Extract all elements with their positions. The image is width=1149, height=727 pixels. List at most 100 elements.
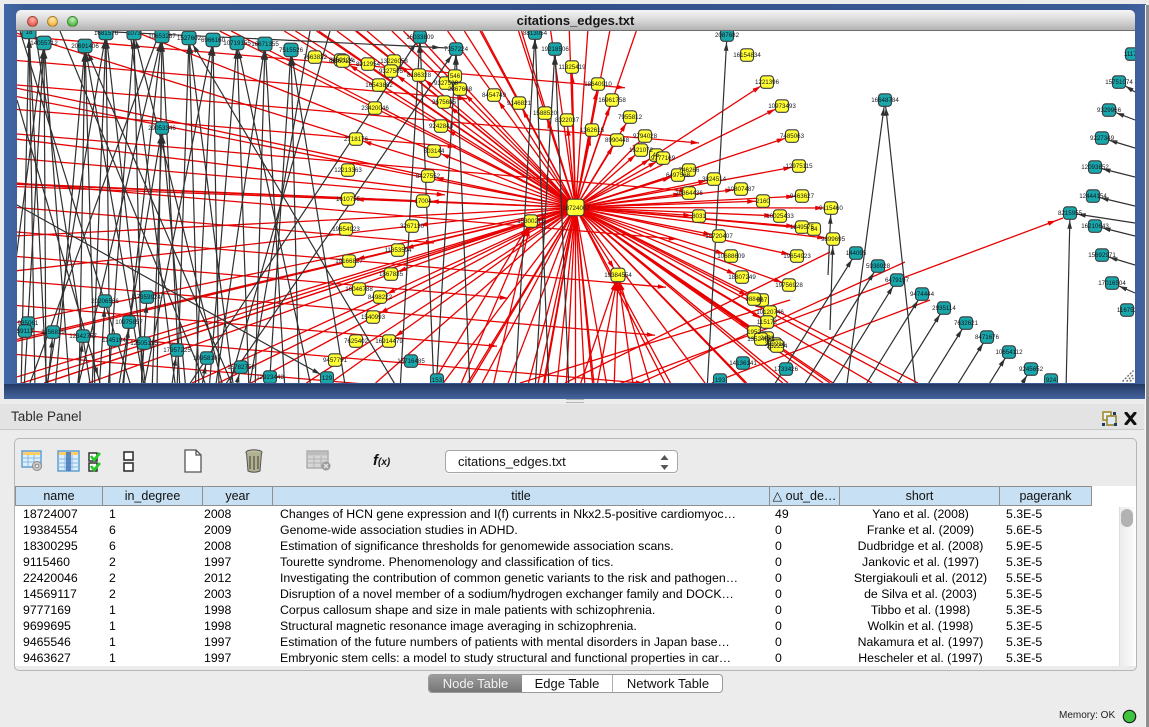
- svg-text:7632621: 7632621: [954, 320, 979, 327]
- svg-text:13524851: 13524851: [747, 336, 775, 343]
- svg-text:746266: 746266: [679, 167, 700, 174]
- svg-text:14055712: 14055712: [30, 40, 58, 47]
- svg-text:8186328: 8186328: [407, 72, 432, 79]
- svg-text:2160: 2160: [756, 198, 770, 205]
- svg-text:18640910: 18640910: [584, 81, 612, 88]
- svg-text:19654923: 19654923: [783, 253, 811, 260]
- svg-text:10973493: 10973493: [768, 103, 796, 110]
- svg-text:16033809: 16033809: [406, 34, 434, 41]
- svg-text:9327505: 9327505: [379, 68, 404, 75]
- svg-text:10958107: 10958107: [193, 355, 221, 362]
- svg-text:10807487: 10807487: [727, 186, 755, 193]
- svg-text:12093852: 12093852: [1081, 164, 1109, 171]
- svg-text:1681576: 1681576: [94, 31, 119, 37]
- svg-text:12975115: 12975115: [785, 163, 813, 170]
- svg-text:7357224: 7357224: [444, 46, 469, 53]
- svg-text:1073: 1073: [127, 31, 141, 37]
- svg-text:924: 924: [1046, 377, 1057, 383]
- svg-text:18: 18: [26, 31, 33, 36]
- svg-text:16046788: 16046788: [345, 286, 373, 293]
- svg-text:8990448: 8990448: [605, 137, 630, 144]
- svg-text:2087682: 2087682: [715, 32, 740, 39]
- svg-text:546: 546: [450, 73, 461, 80]
- svg-text:9245652: 9245652: [1019, 366, 1044, 373]
- svg-text:10975857: 10975857: [115, 319, 143, 326]
- svg-text:13226058: 13226058: [380, 58, 408, 65]
- svg-text:8860124: 8860124: [331, 58, 356, 65]
- svg-text:9794028: 9794028: [633, 133, 658, 140]
- svg-text:11172: 11172: [1124, 51, 1135, 58]
- svg-text:1145194: 1145194: [102, 337, 126, 344]
- svg-text:8215955: 8215955: [1058, 210, 1083, 217]
- svg-text:9115460: 9115460: [819, 205, 843, 212]
- svg-text:11353594: 11353594: [384, 247, 412, 254]
- svg-text:14136141: 14136141: [729, 360, 757, 367]
- svg-text:129: 129: [322, 375, 333, 382]
- svg-text:8813054: 8813054: [523, 31, 548, 37]
- svg-text:17957225: 17957225: [163, 347, 191, 354]
- svg-text:9474444: 9474444: [910, 291, 935, 298]
- svg-text:39113: 39113: [17, 328, 34, 335]
- svg-text:18807249: 18807249: [728, 274, 756, 281]
- svg-text:1610755: 1610755: [336, 196, 361, 203]
- svg-text:2935114: 2935114: [932, 305, 956, 312]
- svg-text:8471676: 8471676: [975, 334, 1000, 341]
- svg-text:9777169: 9777169: [651, 155, 676, 162]
- svg-text:12342757: 12342757: [69, 333, 97, 340]
- svg-text:16914479: 16914479: [375, 338, 403, 345]
- svg-text:16210643: 16210643: [1081, 223, 1109, 230]
- svg-text:15692971: 15692971: [1088, 252, 1116, 259]
- svg-text:19756928: 19756928: [775, 282, 803, 289]
- svg-text:17004: 17004: [414, 198, 432, 205]
- svg-text:9242848: 9242848: [429, 123, 454, 130]
- svg-text:153: 153: [432, 377, 443, 383]
- svg-text:10025433: 10025433: [766, 213, 794, 220]
- svg-text:1733426: 1733426: [774, 366, 799, 373]
- svg-text:3824514: 3824514: [702, 176, 727, 183]
- svg-text:1527602: 1527602: [177, 35, 202, 42]
- svg-text:19384554: 19384554: [604, 272, 632, 279]
- svg-text:23420046: 23420046: [361, 105, 389, 112]
- svg-text:2867608: 2867608: [448, 86, 473, 93]
- svg-text:10654112: 10654112: [995, 349, 1023, 356]
- svg-text:19166827: 19166827: [335, 258, 363, 265]
- svg-text:16648784: 16648784: [871, 97, 899, 104]
- svg-text:1221396: 1221396: [755, 79, 780, 86]
- svg-text:9146821: 9146821: [507, 100, 532, 107]
- svg-text:1621072: 1621072: [629, 147, 654, 154]
- svg-text:20206566: 20206566: [91, 298, 119, 305]
- svg-text:1952: 1952: [747, 329, 761, 336]
- svg-text:115172: 115172: [757, 319, 778, 326]
- svg-text:10120746: 10120746: [756, 309, 784, 316]
- svg-text:7955812: 7955812: [618, 114, 643, 121]
- svg-text:252254: 252254: [767, 343, 788, 350]
- svg-text:116753: 116753: [1117, 307, 1135, 314]
- svg-text:16543862: 16543862: [365, 82, 393, 89]
- svg-text:9457791: 9457791: [323, 357, 348, 364]
- svg-text:16782759: 16782759: [227, 364, 255, 371]
- svg-text:64: 64: [811, 226, 818, 233]
- svg-text:6966160: 6966160: [201, 37, 226, 44]
- svg-text:15300215: 15300215: [517, 218, 545, 225]
- svg-text:15716485: 15716485: [397, 358, 425, 365]
- svg-text:193: 193: [715, 377, 726, 383]
- svg-text:11325419: 11325419: [558, 64, 586, 71]
- svg-text:9227349: 9227349: [1090, 135, 1115, 142]
- svg-text:7663822: 7663822: [303, 54, 328, 61]
- svg-text:20691406: 20691406: [71, 43, 99, 50]
- svg-text:19218506: 19218506: [541, 46, 569, 53]
- svg-text:17359924: 17359924: [133, 294, 161, 301]
- svg-text:9329966: 9329966: [1097, 107, 1122, 114]
- svg-text:9899695: 9899695: [821, 236, 846, 243]
- svg-text:8322037: 8322037: [555, 117, 580, 124]
- svg-text:9463627: 9463627: [790, 193, 815, 200]
- svg-text:12505135: 12505135: [130, 340, 158, 347]
- svg-text:20364436: 20364436: [675, 190, 703, 197]
- svg-text:144095: 144095: [846, 250, 867, 257]
- svg-text:8427552: 8427552: [416, 173, 441, 180]
- svg-text:6479197: 6479197: [885, 277, 910, 284]
- svg-text:7515526: 7515526: [279, 47, 304, 54]
- svg-text:7485063: 7485063: [780, 133, 805, 140]
- svg-text:1588520: 1588520: [533, 110, 558, 117]
- svg-text:12213363: 12213363: [334, 167, 362, 174]
